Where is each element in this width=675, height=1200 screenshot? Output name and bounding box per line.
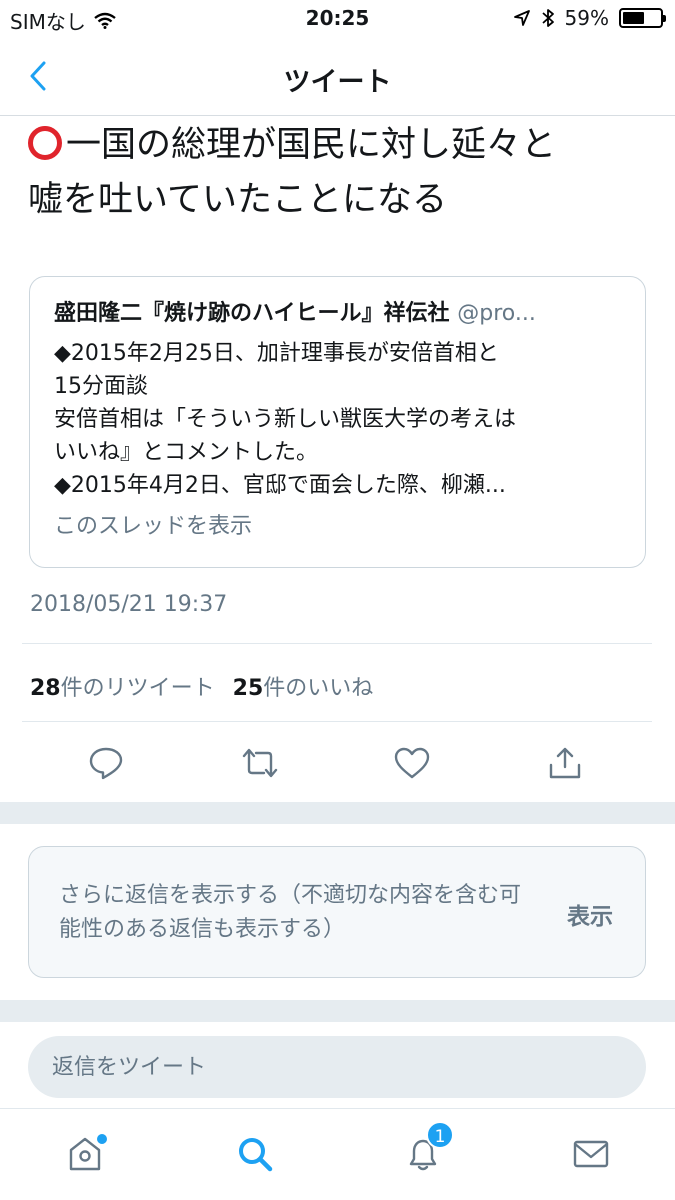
mail-icon [573,1140,609,1168]
reply-button[interactable] [83,740,129,786]
reply-input[interactable] [28,1036,646,1098]
battery-percent: 59% [564,6,609,30]
quoted-line: 安倍首相は「そういう新しい獣医大学の考えは [54,407,517,432]
quoted-line: ◆2015年2月25日、加計理事長が安倍首相と [54,341,499,366]
tweet-timestamp: 2018/05/21 19:37 [30,592,228,617]
divider [22,721,652,722]
heart-icon [394,747,430,779]
notification-badge: 1 [426,1121,454,1149]
bottom-tab-bar: 1 [0,1108,675,1200]
tweet-stats: 28件のリツイート 25件のいいね [30,670,373,702]
tweet-text-line-2: 嘘を吐いていたことになる [28,180,447,220]
location-arrow-icon [513,10,530,26]
page-title: ツイート [283,67,392,98]
search-icon [239,1138,273,1172]
reply-icon [89,747,123,780]
like-stat[interactable]: 25件のいいね [233,670,374,702]
battery-level [623,12,645,24]
tab-home[interactable] [60,1129,110,1179]
quoted-line: ◆2015年4月2日、官邸で面会した際、柳瀬... [54,473,506,498]
quoted-line: いいね』とコメントした。 [54,440,319,465]
show-more-replies-text: さらに返信を表示する（不適切な内容を含む可能性のある返信も表示する） [59,883,522,942]
status-bar: SIMなし 20:25 59% [0,0,675,38]
quoted-tweet-header: 盛田隆二『焼け跡のハイヒール』祥伝社 @pro... [54,295,621,327]
retweet-icon [242,748,278,778]
section-separator [0,802,675,824]
retweet-count: 28 [30,676,61,701]
retweet-stat[interactable]: 28件のリツイート [30,670,215,702]
tweet-text-line-1-content: 一国の総理が国民に対し延々と [66,125,557,165]
show-thread-link[interactable]: このスレッドを表示 [54,508,621,540]
share-button[interactable] [542,740,588,786]
quoted-author-handle: @pro... [457,301,536,326]
like-button[interactable] [389,740,435,786]
like-label: 件のいいね [263,676,374,701]
show-more-replies-button[interactable]: 表示 [567,897,613,931]
quoted-author-name: 盛田隆二『焼け跡のハイヒール』祥伝社 [54,301,450,326]
divider [22,643,652,644]
tab-messages[interactable] [566,1129,616,1179]
show-more-replies-card[interactable]: さらに返信を表示する（不適切な内容を含む可能性のある返信も表示する） 表示 [28,846,646,978]
section-separator [0,1000,675,1022]
share-icon [549,747,581,779]
nav-bar: ツイート [0,38,675,116]
tab-search[interactable] [230,1129,280,1179]
retweet-button[interactable] [237,740,283,786]
like-count: 25 [232,676,264,701]
quoted-tweet-card[interactable]: 盛田隆二『焼け跡のハイヒール』祥伝社 @pro... ◆2015年2月25日、加… [29,276,646,568]
battery-icon [619,8,666,28]
red-circle-emoji-icon [28,126,62,160]
bluetooth-icon [541,9,554,27]
tweet-actions [0,740,675,786]
tweet-text-line-1: 一国の総理が国民に対し延々と [28,118,648,173]
retweet-label: 件のリツイート [60,676,215,701]
tweet-text: 一国の総理が国民に対し延々と 嘘を吐いていたことになる [28,118,648,228]
quoted-line: 15分面談 [54,374,148,399]
tab-notifications[interactable]: 1 [398,1121,454,1179]
home-unread-dot [97,1134,107,1144]
quoted-tweet-body: ◆2015年2月25日、加計理事長が安倍首相と 15分面談 安倍首相は「そういう… [54,337,621,502]
status-right: 59% [513,6,666,30]
